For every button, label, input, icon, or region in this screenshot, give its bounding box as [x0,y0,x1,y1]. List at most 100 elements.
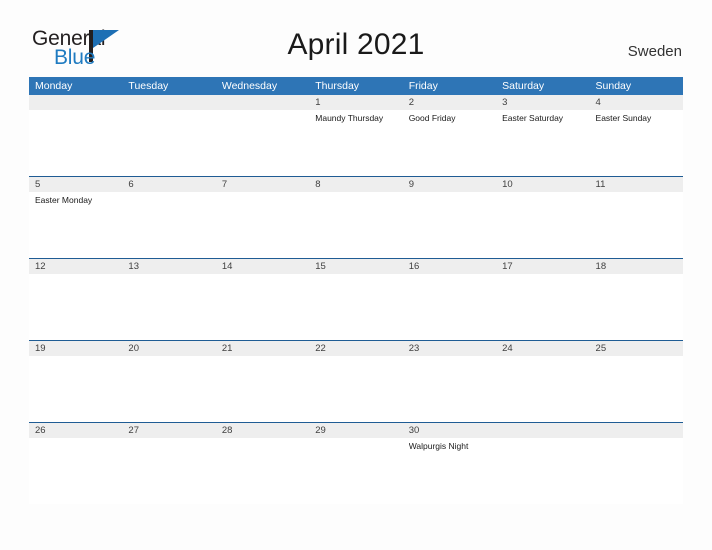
calendar-day-cell[interactable]: 12 [29,259,123,340]
day-events [216,356,309,359]
calendar-day-cell[interactable]: 4 Easter Sunday [589,95,683,176]
day-number: 14 [215,259,310,274]
day-events [29,110,122,113]
calendar-day-cell[interactable]: 30 Walpurgis Night [402,423,497,504]
calendar-week-row: 1 Maundy Thursday 2 Good Friday 3 Easter Satu… [29,95,683,176]
day-events [122,274,215,277]
day-number: 18 [589,259,683,274]
calendar-day-cell[interactable]: 11 [589,177,683,258]
holiday-event-label: Maundy Thursday [315,113,384,123]
day-events [216,110,309,113]
calendar-day-cell[interactable]: 6 [122,177,216,258]
weekday-header-monday: Monday [35,80,73,92]
day-events [122,356,215,359]
day-number: 11 [589,177,683,192]
calendar-day-cell[interactable]: 20 [122,341,216,422]
day-number: 13 [122,259,216,274]
holiday-event-label: Walpurgis Night [408,441,469,451]
day-events [29,438,122,441]
calendar-day-cell[interactable]: 10 [496,177,590,258]
page-header: General Blue April 2021 Sweden [0,0,712,74]
calendar-day-cell[interactable]: 5 Easter Monday [29,177,123,258]
day-number: 12 [29,259,123,274]
day-number: 20 [122,341,216,356]
calendar-day-cell[interactable]: 21 [215,341,310,422]
day-events [122,438,215,441]
day-number [122,95,216,110]
country-label: Sweden [627,43,682,60]
calendar-day-cell[interactable]: 19 [29,341,123,422]
day-number: 3 [496,95,590,110]
day-events [403,274,496,277]
day-events [29,274,122,277]
day-events [590,356,683,359]
day-number: 4 [589,95,683,110]
day-number: 19 [29,341,123,356]
calendar-day-cell[interactable]: 17 [496,259,590,340]
calendar-week-row: 19 20 21 22 23 24 25 [29,340,683,422]
calendar-day-cell[interactable]: 2 Good Friday [402,95,497,176]
day-events [590,192,683,195]
day-events [216,274,309,277]
day-number: 30 [402,423,497,438]
calendar-day-cell[interactable]: 25 [589,341,683,422]
calendar-day-cell[interactable]: 29 [309,423,403,504]
weekday-header-sunday: Sunday [595,80,632,92]
day-events [309,356,402,359]
calendar-day-cell[interactable]: 1 Maundy Thursday [309,95,403,176]
calendar-day-cell[interactable]: 9 [402,177,497,258]
weekday-header-thursday: Thursday [315,80,360,92]
day-events [590,438,683,441]
day-number: 6 [122,177,216,192]
calendar-day-cell-empty [29,95,123,176]
day-events [216,438,309,441]
page-title: April 2021 [287,28,425,61]
calendar-week-row: 26 27 28 29 30 Walpurgis Night [29,422,683,504]
day-number: 21 [215,341,310,356]
calendar-day-cell[interactable]: 8 [309,177,403,258]
calendar-day-cell[interactable]: 16 [402,259,497,340]
calendar-day-cell[interactable]: 23 [402,341,497,422]
holiday-event-label: Good Friday [408,113,456,123]
weekday-header-wednesday: Wednesday [221,80,278,92]
weekday-header-tuesday: Tuesday [128,80,169,92]
holiday-event-label: Easter Sunday [595,113,652,123]
day-events [403,192,496,195]
calendar-day-cell[interactable]: 26 [29,423,123,504]
day-number: 22 [309,341,403,356]
day-events: Good Friday [403,110,496,124]
day-events [496,356,589,359]
day-number: 16 [402,259,497,274]
day-events [496,192,589,195]
calendar-day-cell[interactable]: 24 [496,341,590,422]
calendar-day-cell[interactable]: 18 [589,259,683,340]
calendar-day-cell[interactable]: 13 [122,259,216,340]
day-number: 10 [496,177,590,192]
day-events [496,438,589,441]
day-events [590,274,683,277]
calendar-day-cell[interactable]: 28 [215,423,310,504]
day-number: 7 [215,177,310,192]
holiday-event-label: Easter Saturday [502,113,564,123]
calendar-day-cell[interactable]: 14 [215,259,310,340]
day-number: 28 [215,423,310,438]
calendar-day-cell[interactable]: 3 Easter Saturday [496,95,590,176]
calendar-day-cell[interactable]: 15 [309,259,403,340]
day-number [215,95,310,110]
day-events [496,274,589,277]
day-number [29,95,123,110]
calendar-week-row: 5 Easter Monday 6 7 8 9 10 11 [29,176,683,258]
day-events [29,356,122,359]
calendar-day-cell[interactable]: 27 [122,423,216,504]
day-number: 26 [29,423,123,438]
day-events [122,110,215,113]
day-events: Maundy Thursday [309,110,402,124]
day-events [216,192,309,195]
calendar-day-cell[interactable]: 22 [309,341,403,422]
calendar-weeks: 1 Maundy Thursday 2 Good Friday 3 Easter Satu… [29,95,683,504]
day-number: 9 [402,177,497,192]
calendar-day-cell[interactable]: 7 [215,177,310,258]
day-number: 8 [309,177,403,192]
calendar-week-row: 12 13 14 15 16 17 18 [29,258,683,340]
day-events [309,274,402,277]
